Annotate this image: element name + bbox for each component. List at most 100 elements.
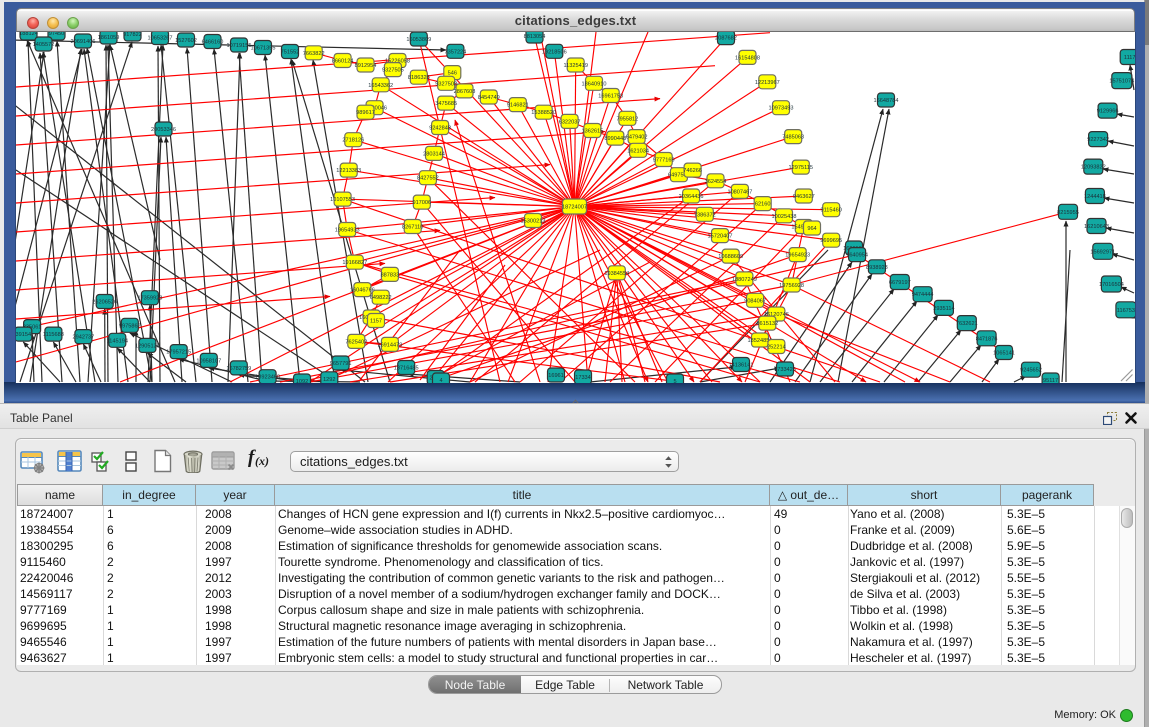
svg-text:9657791: 9657791 <box>330 361 352 367</box>
svg-text:13716485: 13716485 <box>394 366 419 372</box>
svg-text:1092: 1092 <box>296 379 308 383</box>
svg-text:10719155: 10719155 <box>227 43 252 49</box>
svg-text:12093822: 12093822 <box>1081 165 1106 171</box>
svg-text:1117: 1117 <box>1124 55 1135 61</box>
svg-text:751552: 751552 <box>281 50 300 56</box>
svg-text:1733426: 1733426 <box>774 367 796 373</box>
svg-text:1145194: 1145194 <box>107 338 128 344</box>
svg-text:20364436: 20364436 <box>679 194 704 200</box>
svg-text:917006: 917006 <box>412 200 431 206</box>
svg-text:17359928: 17359928 <box>137 296 162 302</box>
svg-text:9245652: 9245652 <box>1020 368 1042 374</box>
svg-text:16543362: 16543362 <box>368 83 393 89</box>
svg-text:6322037: 6322037 <box>559 119 581 125</box>
svg-text:10688609: 10688609 <box>718 254 743 260</box>
svg-text:7357224: 7357224 <box>445 49 467 55</box>
svg-text:8267110: 8267110 <box>402 225 423 231</box>
svg-text:9463627: 9463627 <box>793 194 815 200</box>
svg-text:2867608: 2867608 <box>454 89 476 95</box>
svg-text:19218506: 19218506 <box>542 49 567 55</box>
svg-text:16648784: 16648784 <box>874 98 899 104</box>
svg-text:2935114: 2935114 <box>933 306 954 312</box>
svg-text:18640910: 18640910 <box>582 81 607 87</box>
svg-text:9699695: 9699695 <box>820 238 842 244</box>
svg-text:2718126: 2718126 <box>342 138 364 144</box>
svg-text:116753: 116753 <box>1117 308 1135 314</box>
svg-text:17334: 17334 <box>575 375 591 381</box>
svg-text:12213967: 12213967 <box>755 80 780 86</box>
svg-text:95117: 95117 <box>1043 378 1058 383</box>
svg-text:9975867: 9975867 <box>119 323 141 329</box>
svg-text:18724007: 18724007 <box>562 205 587 211</box>
svg-text:16961: 16961 <box>548 373 564 379</box>
svg-text:10107553: 10107553 <box>330 197 355 203</box>
svg-text:8990448: 8990448 <box>604 136 626 142</box>
svg-text:7955812: 7955812 <box>617 116 639 122</box>
svg-text:6479402: 6479402 <box>626 135 648 141</box>
svg-text:7625402: 7625402 <box>345 339 367 345</box>
svg-text:16210643: 16210643 <box>1084 224 1109 230</box>
svg-text:12213383: 12213383 <box>336 168 361 174</box>
svg-text:6679197: 6679197 <box>889 280 911 286</box>
svg-text:62160: 62160 <box>755 202 771 208</box>
svg-text:746266: 746266 <box>683 168 702 174</box>
svg-text:2942737: 2942737 <box>73 335 95 341</box>
svg-text:10807467: 10807467 <box>727 189 752 195</box>
svg-text:1115688: 1115688 <box>43 332 64 338</box>
svg-text:8215955: 8215955 <box>1057 210 1079 216</box>
svg-text:9474444: 9474444 <box>912 292 934 298</box>
svg-text:1362615: 1362615 <box>582 129 604 135</box>
svg-text:12975115: 12975115 <box>789 165 813 171</box>
svg-text:97450: 97450 <box>49 32 65 37</box>
svg-text:17016504: 17016504 <box>1099 282 1124 288</box>
svg-text:989617: 989617 <box>356 110 375 116</box>
svg-text:10671355: 10671355 <box>251 46 276 52</box>
svg-text:15751074: 15751074 <box>1109 79 1134 85</box>
svg-text:1615132: 1615132 <box>756 321 778 327</box>
svg-text:16782759: 16782759 <box>226 366 251 372</box>
svg-text:546: 546 <box>448 71 457 77</box>
svg-text:9227342: 9227342 <box>1087 137 1109 143</box>
svg-text:1244418: 1244418 <box>1084 194 1106 200</box>
svg-text:8813054: 8813054 <box>524 34 546 40</box>
svg-text:12905135: 12905135 <box>135 343 160 349</box>
svg-text:3624554: 3624554 <box>705 179 727 185</box>
svg-text:15720407: 15720407 <box>708 234 733 240</box>
svg-text:18923468: 18923468 <box>255 375 280 381</box>
svg-text:9777169: 9777169 <box>653 158 675 164</box>
svg-text:8912954: 8912954 <box>355 63 377 69</box>
svg-text:9242848: 9242848 <box>429 126 451 132</box>
svg-text:19756928: 19756928 <box>779 283 804 289</box>
svg-text:39154: 39154 <box>16 332 31 338</box>
svg-text:26206526: 26206526 <box>92 300 117 306</box>
svg-text:8471876: 8471876 <box>976 336 998 342</box>
svg-text:252214: 252214 <box>767 345 786 351</box>
svg-text:887833: 887833 <box>381 272 400 278</box>
svg-text:20053346: 20053346 <box>151 127 176 133</box>
svg-text:10025438: 10025438 <box>772 214 797 220</box>
svg-text:8186328: 8186328 <box>408 75 430 81</box>
svg-text:7632621: 7632621 <box>956 321 978 327</box>
svg-text:15300213: 15300213 <box>521 219 546 225</box>
svg-text:7663822: 7663822 <box>303 51 325 57</box>
svg-text:10973493: 10973493 <box>769 106 794 112</box>
svg-text:1292: 1292 <box>323 377 335 383</box>
svg-text:7386372: 7386372 <box>694 212 716 218</box>
svg-text:3475685: 3475685 <box>435 101 457 107</box>
svg-text:16046766: 16046766 <box>350 288 375 294</box>
svg-text:19384554: 19384554 <box>604 271 629 277</box>
svg-text:1640954: 1640954 <box>846 253 868 259</box>
svg-text:1621034: 1621034 <box>627 148 649 154</box>
svg-text:1527602: 1527602 <box>175 38 197 44</box>
svg-text:9327508: 9327508 <box>435 81 457 87</box>
svg-text:16154808: 16154808 <box>735 55 760 61</box>
svg-text:16914479: 16914479 <box>377 342 402 348</box>
svg-text:6466160: 6466160 <box>202 40 224 46</box>
svg-text:10653267: 10653267 <box>148 36 173 42</box>
svg-text:8427552: 8427552 <box>417 176 439 182</box>
svg-text:1157: 1157 <box>370 319 382 325</box>
svg-text:16053809: 16053809 <box>406 37 431 43</box>
svg-text:2087682: 2087682 <box>715 36 737 42</box>
svg-text:8938923: 8938923 <box>866 265 888 271</box>
svg-text:20691406: 20691406 <box>71 39 96 45</box>
